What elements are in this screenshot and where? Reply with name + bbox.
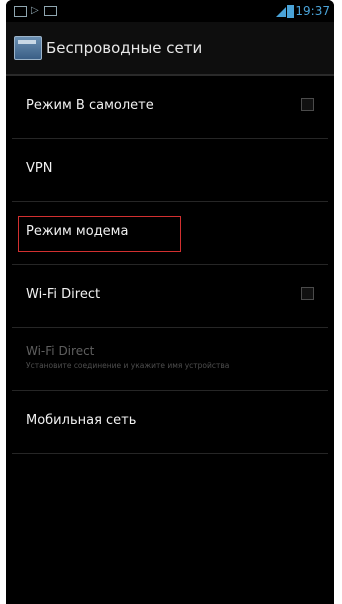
- page-title: Беспроводные сети: [46, 39, 203, 57]
- wifi-direct-checkbox[interactable]: [301, 287, 314, 300]
- phone-screen: ▷ 19:37 Беспроводные сети Режим В самоле…: [6, 0, 334, 604]
- setting-item-wifi-direct-settings: Wi-Fi Direct Установите соединение и ука…: [12, 328, 328, 391]
- setting-label: Режим модема: [26, 224, 129, 239]
- airplane-mode-checkbox[interactable]: [301, 98, 314, 111]
- settings-app-icon[interactable]: [14, 36, 42, 60]
- settings-list: Режим В самолете VPN Режим модема Wi-Fi …: [6, 76, 334, 454]
- setting-summary: Установите соединение и укажите имя устр…: [26, 361, 230, 370]
- status-bar: ▷ 19:37: [6, 0, 334, 22]
- mail-icon: [44, 6, 57, 16]
- setting-item-mobile-network[interactable]: Мобильная сеть: [12, 391, 328, 454]
- setting-item-wifi-direct[interactable]: Wi-Fi Direct: [12, 265, 328, 328]
- setting-item-tethering[interactable]: Режим модема: [12, 202, 328, 265]
- play-icon: ▷: [31, 5, 39, 16]
- setting-item-airplane-mode[interactable]: Режим В самолете: [12, 76, 328, 139]
- signal-icon: [276, 7, 286, 17]
- setting-label: Режим В самолете: [26, 98, 154, 113]
- status-time: 19:37: [295, 4, 330, 18]
- battery-icon: [287, 5, 294, 18]
- setting-item-vpn[interactable]: VPN: [12, 139, 328, 202]
- setting-label: VPN: [26, 161, 53, 176]
- setting-label: Wi-Fi Direct: [26, 287, 101, 302]
- setting-label: Мобильная сеть: [26, 413, 137, 428]
- setting-label: Wi-Fi Direct: [26, 344, 95, 358]
- action-bar: Беспроводные сети: [6, 22, 334, 74]
- picture-icon: [14, 6, 27, 17]
